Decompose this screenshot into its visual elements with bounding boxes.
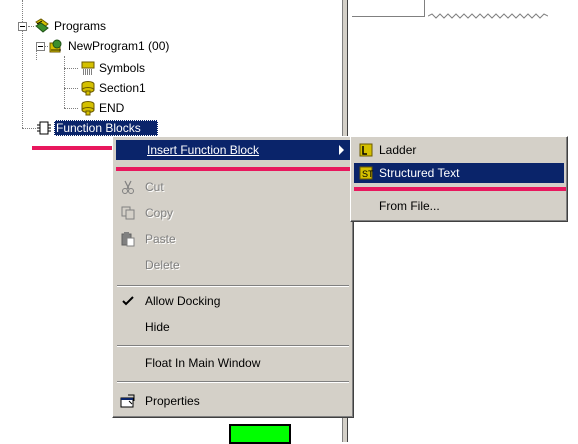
insert-function-block-submenu: Ladder ST Structured Text From File... [350,136,568,222]
green-marker [229,424,291,444]
structured-text-icon: ST [358,165,374,181]
checkmark-icon [120,293,136,309]
submenu-item-from-file[interactable]: From File... [354,196,564,216]
menu-item-paste[interactable]: Paste [116,229,350,249]
submenu-item-structured-text[interactable]: ST Structured Text [354,163,564,183]
symbols-icon [80,60,96,76]
section-icon [80,80,96,96]
tree-item-newprogram[interactable]: NewProgram1 (00) [68,39,169,53]
menu-separator [117,345,349,347]
menu-item-hide[interactable]: Hide [116,317,350,337]
timing-wave-strip [427,8,549,19]
program-icon [48,38,64,54]
annotation-underline-structured-text [354,187,566,191]
submenu-arrow-icon [339,145,344,155]
submenu-item-ladder[interactable]: Ladder [354,140,564,160]
right-pane-top-strip [352,0,425,17]
menu-separator [117,285,349,287]
function-block-icon [36,120,52,136]
menu-item-delete[interactable]: Delete [116,255,350,275]
properties-icon [120,393,136,409]
menu-item-copy[interactable]: Copy [116,203,350,223]
menu-item-float-in-main-window[interactable]: Float In Main Window [116,353,350,373]
tree-item-section[interactable]: Section1 [99,81,146,95]
newprogram-collapse-toggle[interactable] [36,42,45,51]
menu-item-cut[interactable]: Cut [116,177,350,197]
end-icon [80,100,96,116]
tree-item-programs[interactable]: Programs [54,19,106,33]
programs-folder-icon [34,18,50,34]
menu-item-properties[interactable]: Properties [116,391,350,411]
annotation-underline-insert [116,167,352,171]
programs-collapse-toggle[interactable] [18,22,27,31]
ladder-icon [358,142,374,158]
tree-item-end[interactable]: END [99,101,124,115]
copy-icon [120,205,136,221]
tree-item-symbols[interactable]: Symbols [99,61,145,75]
menu-separator [117,381,349,383]
svg-text:ST: ST [362,169,374,179]
paste-icon [120,231,136,247]
menu-item-insert-function-block[interactable]: Insert Function Block [116,140,350,160]
tree-item-function-blocks[interactable]: Function Blocks [56,121,156,135]
context-menu: Insert Function Block Cut Copy Paste Del… [112,136,354,418]
menu-item-allow-docking[interactable]: Allow Docking [116,291,350,311]
cut-icon [120,179,136,195]
